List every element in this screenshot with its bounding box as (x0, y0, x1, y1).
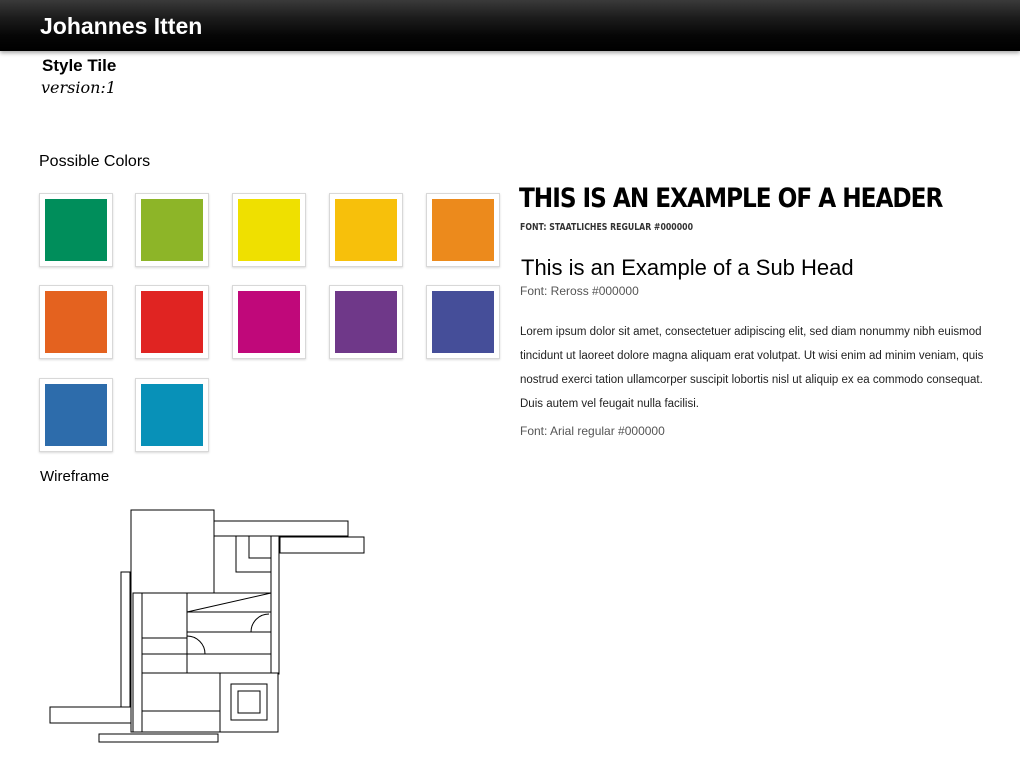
wireframe-block (141, 672, 221, 712)
wireframe-block (141, 592, 188, 639)
wireframe-block (141, 653, 188, 674)
wireframe-block (270, 535, 280, 675)
wireframe-block (186, 631, 272, 655)
wireframe-block (120, 571, 131, 708)
wireframe-block (98, 733, 219, 743)
wireframe-block (186, 611, 272, 633)
wireframe-block (132, 592, 143, 733)
wireframe-block (237, 690, 261, 714)
wireframe-block (213, 520, 349, 537)
wireframe-block (141, 710, 221, 733)
wireframe-block (186, 653, 272, 674)
wireframe-block (49, 706, 133, 724)
wireframe-block (248, 535, 272, 559)
wireframe-drawing (49, 509, 365, 743)
wireframe-block (279, 536, 365, 554)
wireframe-block (141, 637, 188, 655)
